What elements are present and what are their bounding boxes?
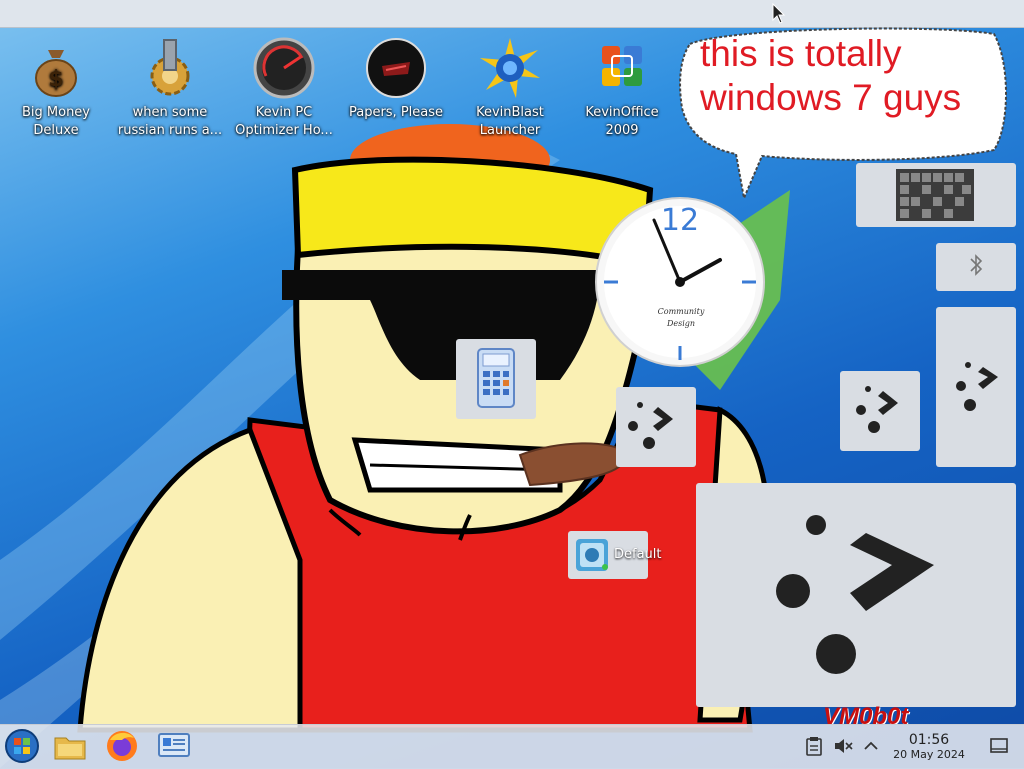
calculator-icon [477, 348, 515, 408]
papers-please-icon [364, 36, 428, 100]
clipboard-icon[interactable] [803, 735, 825, 757]
firefox-icon[interactable] [104, 728, 140, 764]
control-panel-icon[interactable] [156, 728, 192, 764]
kde-connect-tile-medium[interactable] [840, 371, 920, 451]
kde-connect-tile-large[interactable] [696, 483, 1016, 707]
kde-connect-icon [856, 386, 898, 433]
svg-text:$: $ [48, 67, 63, 92]
money-bag-icon: $ [24, 36, 88, 100]
desktop-icon-label: KevinOffice 2009 [585, 105, 659, 138]
desktop-icon-papers-please[interactable]: Papers, Please [340, 34, 452, 144]
speech-bubble-line: windows 7 guys [700, 77, 962, 118]
gear-icon [138, 36, 202, 100]
desktop-icon-label: KevinBlast Launcher [476, 105, 544, 138]
chevron-up-icon[interactable] [860, 735, 882, 757]
desktop-icon-label: Papers, Please [348, 105, 444, 120]
bluetooth-tile[interactable] [936, 243, 1016, 291]
desktop-icon-kevinblast-launcher[interactable]: KevinBlast Launcher [454, 34, 566, 144]
clock-brand-line: Design [666, 319, 696, 328]
clock-hour-label: 12 [661, 203, 699, 238]
desktop-icon-kevin-pc-optimizer[interactable]: Kevin PC Optimizer Ho... [228, 34, 340, 144]
pager-widget[interactable] [856, 163, 1016, 227]
clock-time: 01:56 [908, 732, 950, 748]
kde-connect-tile-small[interactable] [616, 387, 696, 467]
volume-muted-icon[interactable] [832, 735, 854, 757]
desktop-icon-label: Big Money Deluxe [21, 105, 90, 138]
desktop-icon-label: Kevin PC Optimizer Ho... [235, 105, 333, 138]
speech-bubble-line: this is totally [700, 33, 902, 74]
desktop-icon-kevinoffice-2009[interactable]: KevinOffice 2009 [566, 34, 678, 144]
office-icon [590, 36, 654, 100]
speedometer-icon [252, 36, 316, 100]
kde-connect-icon [776, 515, 934, 674]
kde-connect-tile-tall[interactable] [936, 307, 1016, 467]
desktop-icon-big-money-deluxe[interactable]: $ Big Money Deluxe [0, 34, 112, 144]
clock-brand-line: Community [657, 307, 705, 316]
pager-grid-icon [896, 169, 974, 221]
show-desktop-icon[interactable] [988, 735, 1010, 757]
speech-bubble-text: this is totally windows 7 guys [700, 32, 1010, 120]
clock-brand-text: Community Design [640, 306, 722, 330]
bluetooth-icon [970, 254, 983, 276]
file-manager-icon[interactable] [52, 728, 88, 764]
taskbar-clock[interactable]: 01:56 20 May 2024 [887, 732, 971, 762]
kde-connect-icon [628, 402, 673, 449]
default-profile-label: Default [614, 547, 662, 562]
desktop-icon-russian-gear[interactable]: when some russian runs a... [114, 34, 226, 144]
start-orb-icon[interactable] [4, 728, 40, 764]
desktop-icon-label: when some russian runs a... [117, 105, 223, 138]
analog-clock-widget[interactable]: 12 [594, 196, 766, 368]
kevinblast-icon [478, 36, 542, 100]
kde-connect-icon [956, 362, 998, 411]
calculator-tile[interactable] [456, 339, 536, 419]
clock-date: 20 May 2024 [893, 748, 965, 761]
